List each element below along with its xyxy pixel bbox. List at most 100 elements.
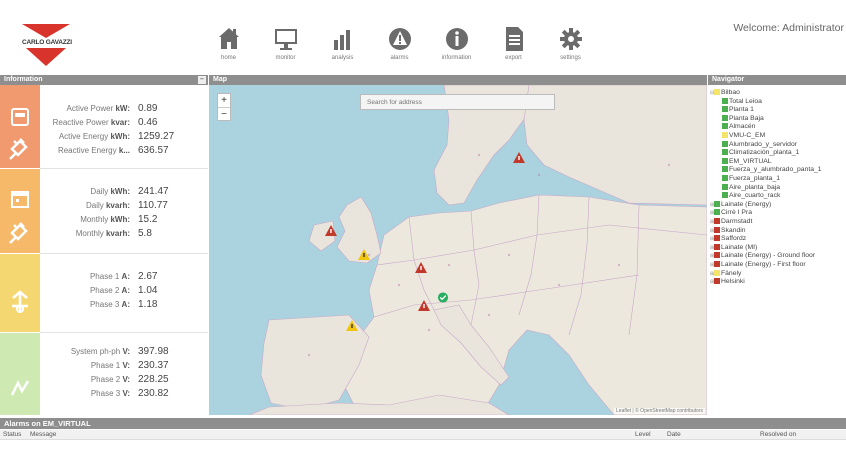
measurement-row: Phase 1 V: 230.37 bbox=[40, 359, 208, 373]
information-panel-header: Information – bbox=[0, 75, 208, 85]
gear-icon bbox=[559, 28, 582, 50]
measurement-label: System ph-ph V: bbox=[71, 345, 130, 359]
navigator-item[interactable]: Planta 1 bbox=[722, 106, 754, 114]
navigator-item[interactable]: ⊟ Bilbao bbox=[710, 89, 740, 97]
voltage-icon bbox=[10, 380, 30, 396]
navigator-item-label: Saffordz bbox=[721, 235, 747, 243]
welcome-user-text[interactable]: Welcome: Administrator bbox=[733, 22, 844, 34]
carlo-gavazzi-logo[interactable]: CARLO GAVAZZI bbox=[22, 24, 78, 70]
navigator-item-label: Cirrè I Pra bbox=[721, 209, 752, 217]
navigator-item[interactable]: ⊞ Cirrè I Pra bbox=[710, 209, 752, 217]
zoom-in-button[interactable]: + bbox=[218, 94, 230, 107]
meter-icon bbox=[11, 108, 29, 126]
information-panel: Active Power kW: 0.89 Reactive Power kvar:… bbox=[0, 85, 208, 415]
measurement-row: Active Energy kWh: 1259.27 bbox=[40, 130, 208, 144]
status-square-icon bbox=[722, 192, 728, 199]
measurement-value: 0.89 bbox=[138, 103, 158, 114]
navigator-item-label: Lainate (Energy) - Ground floor bbox=[721, 252, 816, 260]
warning-marker-icon[interactable] bbox=[346, 320, 358, 331]
navigator-item-label: Darmstadt bbox=[721, 218, 753, 225]
navigator-item[interactable]: ⊞ Skandin bbox=[710, 226, 746, 235]
column-date[interactable]: Date bbox=[667, 430, 681, 440]
measurement-value: 228.25 bbox=[138, 374, 169, 385]
navigator-item[interactable]: Total Leioa bbox=[722, 97, 762, 106]
navigator-tree: ⊟ Bilbao Total Leioa Planta 1 Planta Baja Alm… bbox=[708, 85, 846, 415]
alarm-marker-icon[interactable] bbox=[513, 152, 525, 163]
warning-marker-icon[interactable] bbox=[358, 249, 370, 260]
measurement-row: Phase 3 A: 1.18 bbox=[40, 298, 208, 312]
alarm-icon bbox=[388, 28, 411, 50]
measurement-row: Phase 3 V: 230.82 bbox=[40, 387, 208, 401]
measurement-value: 0.46 bbox=[138, 117, 158, 128]
measurement-row: Daily kWh: 241.47 bbox=[40, 185, 208, 199]
divider bbox=[40, 168, 208, 169]
navigator-item-label: Bilbao bbox=[721, 89, 740, 96]
toolbar-home-button[interactable]: home bbox=[200, 24, 257, 70]
navigator-item[interactable]: Almacén bbox=[722, 123, 755, 131]
toolbar-monitor-button[interactable]: monitor bbox=[257, 24, 314, 70]
navigator-item[interactable]: ⊞ Fänely bbox=[710, 269, 741, 278]
measurement-label: Phase 3 V: bbox=[91, 387, 130, 401]
alarms-table-body bbox=[0, 441, 846, 472]
column-status[interactable]: Status bbox=[3, 430, 21, 440]
navigator-item[interactable]: ⊞ Lainate (Energy) - First floor bbox=[710, 261, 806, 269]
status-square-icon bbox=[714, 269, 720, 276]
toolbar-export-label: export bbox=[505, 55, 522, 61]
alarm-marker-icon[interactable] bbox=[415, 262, 427, 273]
toolbar-settings-button[interactable]: settings bbox=[542, 24, 599, 70]
navigator-item[interactable]: ⊞ Lainate (Energy) bbox=[710, 200, 771, 209]
alarm-marker-icon[interactable] bbox=[418, 300, 430, 311]
toolbar-information-button[interactable]: information bbox=[428, 24, 485, 70]
navigator-item[interactable]: ⊞ Saffordz bbox=[710, 235, 746, 243]
alarms-panel-title: Alarms on EM_VIRTUAL bbox=[4, 419, 91, 428]
measurement-label: Phase 2 V: bbox=[91, 373, 130, 387]
toolbar-export-button[interactable]: export bbox=[485, 24, 542, 70]
navigator-item[interactable]: Planta Baja bbox=[722, 114, 764, 123]
navigator-item[interactable]: Fuerza_planta_1 bbox=[722, 175, 780, 183]
navigator-item[interactable]: ⊞ Helsinki bbox=[710, 278, 745, 286]
navigator-item[interactable]: ⊞ Lainate (Energy) - Ground floor bbox=[710, 252, 815, 260]
measurement-name: Phase 1 bbox=[89, 272, 120, 281]
navigator-item[interactable]: Climatización_planta_1 bbox=[722, 149, 799, 157]
navigator-item-label: VMU-C_EM bbox=[729, 132, 766, 139]
navigator-item[interactable]: Aire_cuarto_rack bbox=[722, 192, 780, 200]
navigator-item[interactable]: Aire_planta_baja bbox=[722, 183, 780, 192]
navigator-item[interactable]: ⊞ Darmstadt bbox=[710, 218, 752, 226]
measurement-value: 1259.27 bbox=[138, 131, 175, 142]
measurement-unit: kvarh: bbox=[105, 201, 130, 210]
column-message[interactable]: Message bbox=[30, 430, 56, 440]
measurement-value: 1.18 bbox=[138, 299, 158, 310]
measurement-row: Phase 2 A: 1.04 bbox=[40, 284, 208, 298]
toolbar-alarms-button[interactable]: alarms bbox=[371, 24, 428, 70]
measurement-unit: kW: bbox=[115, 104, 130, 113]
measurement-row: Monthly kWh: 15.2 bbox=[40, 213, 208, 227]
collapse-panel-button[interactable]: – bbox=[198, 76, 206, 84]
zoom-out-button[interactable]: − bbox=[218, 107, 230, 120]
navigator-item[interactable]: Fuerza_y_alumbrado_panta_1 bbox=[722, 166, 822, 174]
measurement-value: 2.67 bbox=[138, 271, 158, 282]
status-square-icon bbox=[714, 252, 720, 259]
measurement-label: Active Power kW: bbox=[67, 102, 130, 116]
europe-map[interactable]: + − Leaflet | © OpenStreetMap contributo… bbox=[209, 85, 707, 415]
map-tiles[interactable] bbox=[209, 85, 707, 415]
measurement-value: 110.77 bbox=[138, 200, 168, 211]
navigator-item[interactable]: VMU-C_EM bbox=[722, 132, 765, 140]
navigator-item[interactable]: EM_VIRTUAL bbox=[722, 157, 772, 166]
map-attribution[interactable]: Leaflet | © OpenStreetMap contributors bbox=[614, 408, 705, 414]
main-toolbar: home monitor analysis alarms information… bbox=[200, 24, 599, 70]
alarms-table-header: Status Message Level Date Resolved on bbox=[0, 430, 846, 440]
column-level[interactable]: Level bbox=[635, 430, 651, 440]
measurement-unit: kvarh: bbox=[105, 229, 130, 238]
ok-marker-icon[interactable] bbox=[437, 292, 449, 303]
navigator-item[interactable]: Alumbrado_y_servidor bbox=[722, 140, 797, 149]
status-square-icon bbox=[722, 175, 728, 181]
logo-brand-text: CARLO GAVAZZI bbox=[22, 39, 72, 46]
navigator-item[interactable]: ⊞ Lainate (MI) bbox=[710, 243, 757, 252]
measurement-unit: kvar: bbox=[110, 118, 130, 127]
navigator-item-label: Almacén bbox=[729, 123, 756, 131]
column-resolved-on[interactable]: Resolved on bbox=[760, 430, 796, 440]
map-search-input[interactable] bbox=[360, 94, 555, 110]
alarm-marker-icon[interactable] bbox=[325, 225, 337, 236]
toolbar-analysis-button[interactable]: analysis bbox=[314, 24, 371, 70]
map-panel-title: Map bbox=[213, 76, 227, 83]
